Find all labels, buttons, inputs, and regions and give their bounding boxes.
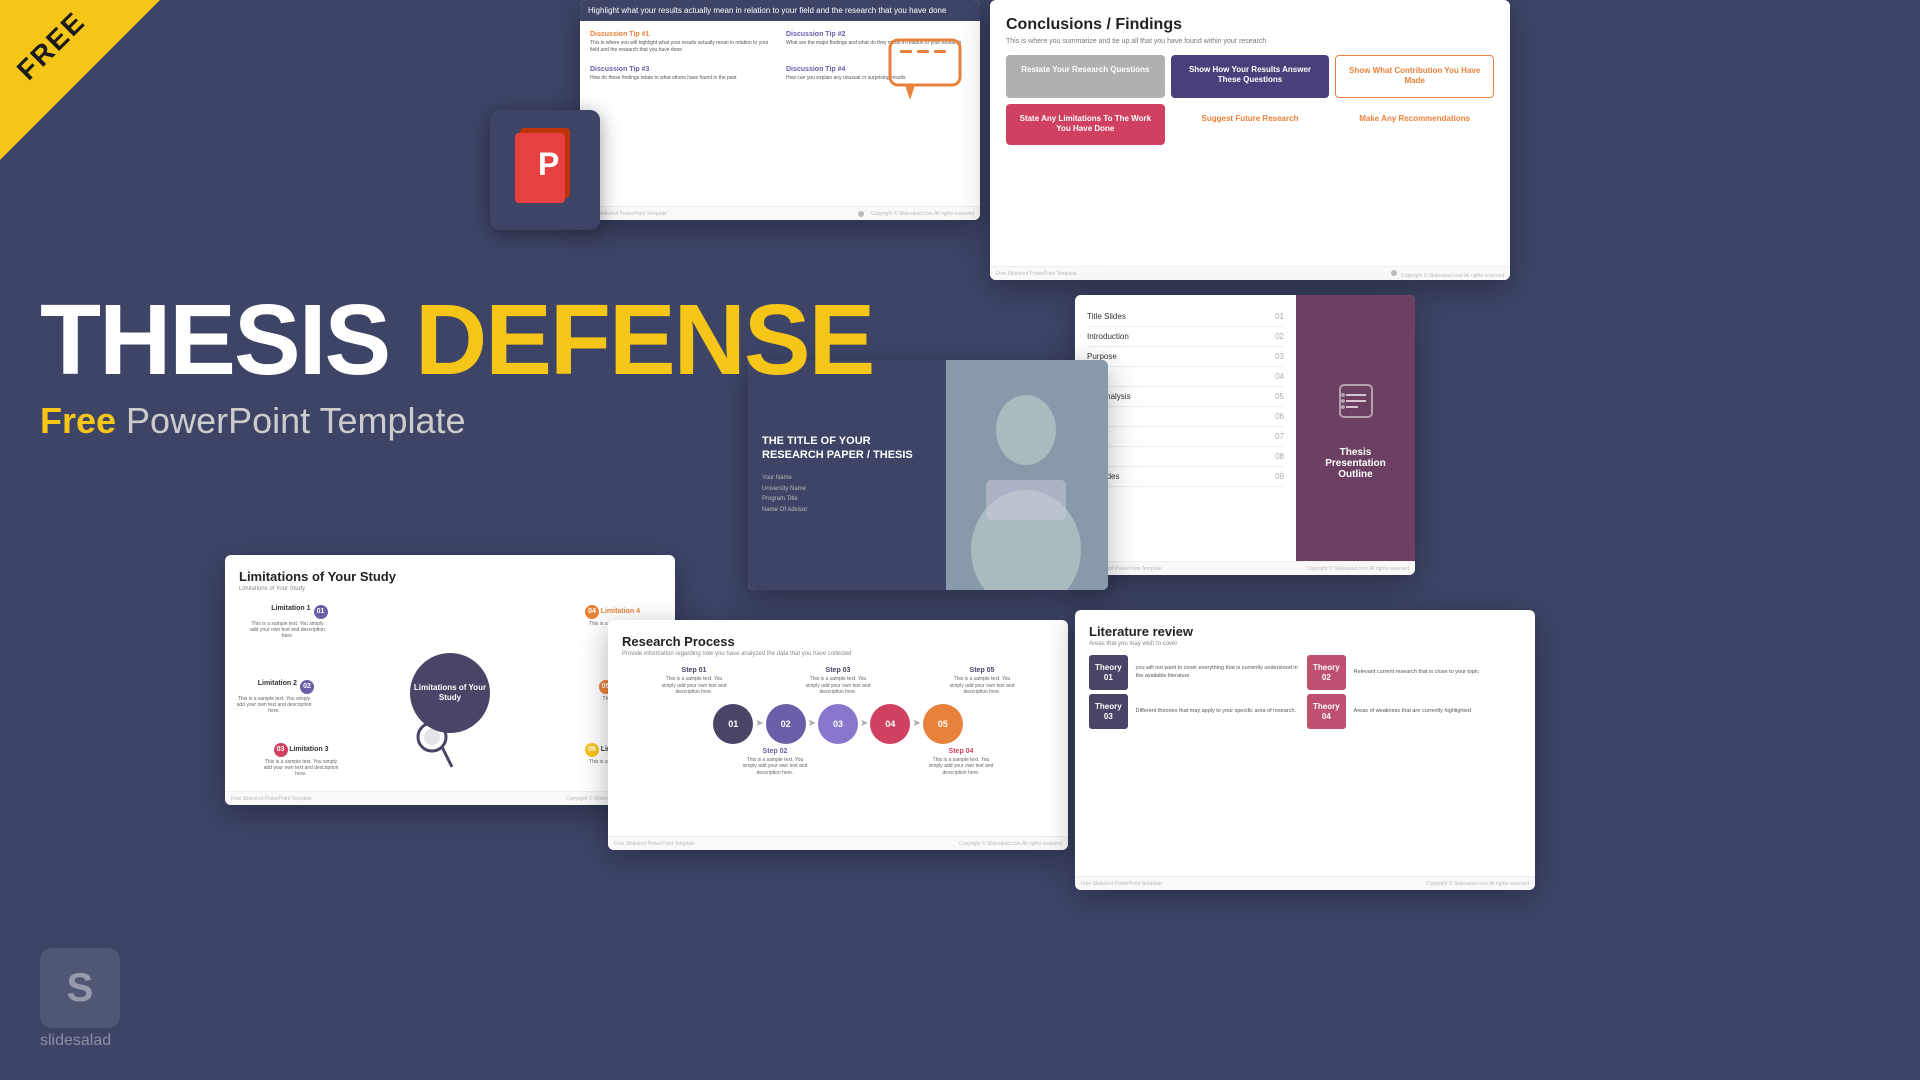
- toc-item-4: ...04: [1087, 367, 1284, 387]
- research-desc: Provide information regarding how you ha…: [622, 651, 1054, 657]
- toc-item-3: Purpose03: [1087, 347, 1284, 367]
- circle-2: 02: [766, 704, 806, 744]
- slide-discussion-header: Highlight what your results actually mea…: [580, 0, 980, 21]
- slide-literature: Literature review Areas that you may wis…: [1075, 610, 1535, 890]
- main-title-block: THESIS DEFENSE Free PowerPoint Template: [40, 290, 873, 442]
- limitations-desc: Limitations of Your Study: [239, 586, 661, 592]
- conclusions-desc: This is where you summarize and tie up a…: [1006, 38, 1494, 45]
- thesis-title: THESIS DEFENSE: [40, 290, 873, 390]
- tip1: Discussion Tip #1 This is where you will…: [586, 27, 778, 58]
- arrow-4: ➤: [912, 718, 920, 729]
- circle-3: 03: [818, 704, 858, 744]
- toc-item-2: Introduction02: [1087, 327, 1284, 347]
- chat-icon: [885, 35, 965, 116]
- arrow-3: ➤: [860, 718, 868, 729]
- toc-item-1: Title Slides01: [1087, 307, 1284, 327]
- arrow-1: ➤: [755, 718, 763, 729]
- theory-04: Theory04: [1307, 694, 1346, 729]
- circle-4: 04: [870, 704, 910, 744]
- limitations-title: Limitations of Your Study: [239, 569, 661, 584]
- conclusions-title: Conclusions / Findings: [1006, 16, 1494, 34]
- subtitle: Free PowerPoint Template: [40, 400, 873, 442]
- lim-item-1: Limitation 1 01 This is a sample text. Y…: [248, 605, 328, 639]
- theory-03: Theory03: [1089, 694, 1128, 729]
- theory-01-desc: you will not want to cover everything th…: [1132, 665, 1303, 680]
- tip1-title: Discussion Tip #1: [590, 31, 774, 38]
- circle-5: 05: [923, 704, 963, 744]
- step1-box: Step 01 This is a sample text. You simpl…: [659, 667, 729, 696]
- theory-02: Theory02: [1307, 655, 1346, 690]
- lim-item-2: Limitation 2 02 This is a sample text. Y…: [234, 680, 314, 714]
- research-title: Research Process: [622, 634, 1054, 649]
- slide-research: Research Process Provide information reg…: [608, 620, 1068, 850]
- ppt-icon-container: P: [490, 110, 600, 230]
- step2-box: Step 02 This is a sample text. You simpl…: [740, 748, 810, 777]
- title-right-panel: [946, 360, 1108, 590]
- slide-conclusions: Conclusions / Findings This is where you…: [990, 0, 1510, 280]
- steps-row-bottom: Step 02 This is a sample text. You simpl…: [622, 748, 1054, 777]
- tip3-text: How do these findings relate to what oth…: [590, 75, 774, 82]
- conclusions-footer: Free Slideshot PowerPoint Template Copyr…: [990, 266, 1510, 280]
- brand-icon: S: [40, 948, 120, 1028]
- literature-desc: Areas that you may wish to cover: [1089, 641, 1521, 647]
- slide-discussion: Highlight what your results actually mea…: [580, 0, 980, 220]
- toc-right-title: Thesis Presentation Outline: [1306, 437, 1405, 490]
- btn-limitations: State Any Limitations To The Work You Ha…: [1006, 104, 1165, 145]
- literature-content: Literature review Areas that you may wis…: [1075, 610, 1535, 743]
- step4-box: Step 04 This is a sample text. You simpl…: [926, 748, 996, 777]
- toc-list: Title Slides01 Introduction02 Purpose03 …: [1075, 295, 1296, 575]
- lim-item-3: 03 Limitation 3 This is a sample text. Y…: [261, 743, 341, 777]
- btn-future: Suggest Future Research: [1171, 104, 1330, 145]
- research-content: Research Process Provide information reg…: [608, 620, 1068, 798]
- step3-box: Step 03 This is a sample text. You simpl…: [803, 667, 873, 696]
- tip1-text: This is where you will highlight what yo…: [590, 40, 774, 54]
- tip3-title: Discussion Tip #3: [590, 66, 774, 73]
- btn-restate: Restate Your Research Questions: [1006, 55, 1165, 98]
- btn-recommendations: Make Any Recommendations: [1335, 104, 1494, 145]
- toc-right-panel: Thesis Presentation Outline: [1296, 295, 1415, 575]
- circles-row: 01 ➤ 02 ➤ 03 ➤ 04 ➤ 05: [622, 704, 1054, 744]
- toc-item-5: ical Analysis05: [1087, 387, 1284, 407]
- slide-toc: Title Slides01 Introduction02 Purpose03 …: [1075, 295, 1415, 575]
- theory-01: Theory01: [1089, 655, 1128, 690]
- btn-show-results: Show How Your Results Answer These Quest…: [1171, 55, 1330, 98]
- svg-text:P: P: [538, 146, 559, 182]
- literature-title: Literature review: [1089, 624, 1521, 639]
- theory-03-desc: Different theories that may apply to you…: [1132, 708, 1303, 716]
- toc-item-9: ce Slides09: [1087, 467, 1284, 487]
- toc-item-8: ion08: [1087, 447, 1284, 467]
- research-footer: Free Slideshot PowerPoint Template Copyr…: [608, 836, 1068, 850]
- magnifier-icon: [414, 719, 454, 775]
- brand-logo: S slidesalad: [40, 948, 120, 1050]
- checklist-icon: [1306, 381, 1405, 429]
- slide-discussion-footer: Free Slideshot PowerPoint Template Copyr…: [580, 206, 980, 220]
- theory-04-desc: Areas of weakness that are currently hig…: [1350, 708, 1521, 716]
- arrow-2: ➤: [808, 718, 816, 729]
- literature-footer: Free Slideshot PowerPoint Template Copyr…: [1075, 876, 1535, 890]
- toc-item-7: ion07: [1087, 427, 1284, 447]
- theory-grid: Theory01 you will not want to cover ever…: [1089, 655, 1521, 729]
- conclusions-buttons: Restate Your Research Questions Show How…: [1006, 55, 1494, 145]
- steps-row: Step 01 This is a sample text. You simpl…: [622, 667, 1054, 696]
- author-info: Your Name University Name Program Title …: [762, 473, 932, 516]
- conclusions-content: Conclusions / Findings This is where you…: [990, 0, 1510, 161]
- tip3: Discussion Tip #3 How do these findings …: [586, 62, 778, 86]
- ppt-icon: P: [510, 123, 580, 217]
- theory-02-desc: Relevant current research that is close …: [1350, 669, 1521, 677]
- step5-box: Step 05 This is a sample text. You simpl…: [947, 667, 1017, 696]
- toc-footer: Free Slideshot PowerPoint Template Copyr…: [1075, 561, 1415, 575]
- brand-name: slidesalad: [40, 1032, 120, 1050]
- toc-item-6: ion06: [1087, 407, 1284, 427]
- circle-1: 01: [713, 704, 753, 744]
- btn-contribution: Show What Contribution You Have Made: [1335, 55, 1494, 98]
